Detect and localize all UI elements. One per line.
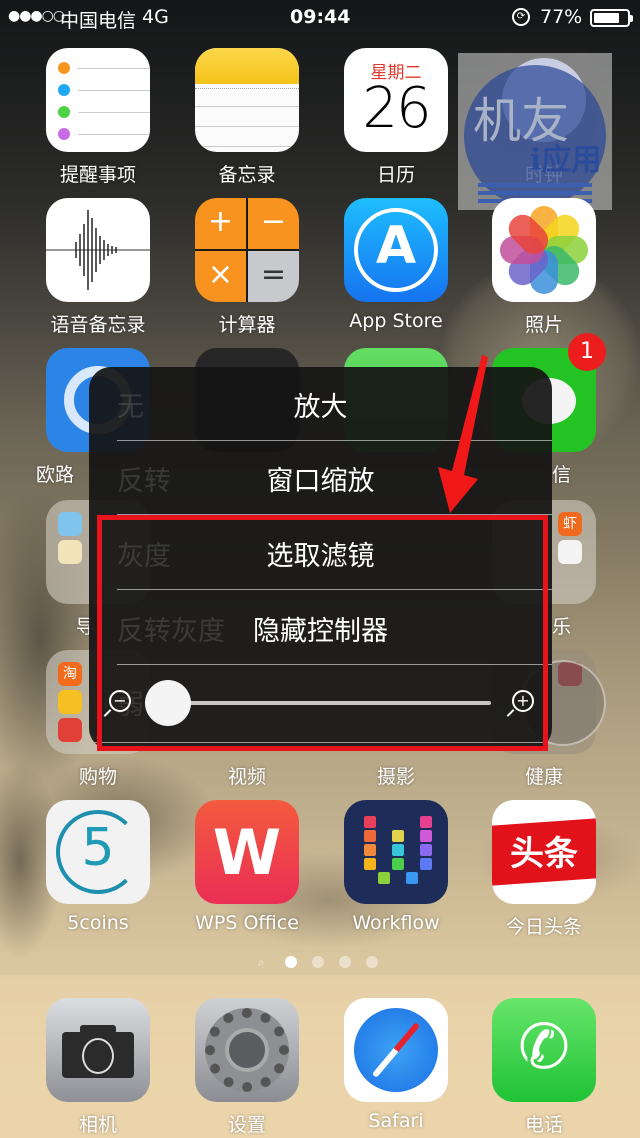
- app-label: 今日头条: [505, 916, 582, 938]
- app-label: 5coins: [67, 912, 129, 934]
- app-label: 计算器: [218, 314, 276, 336]
- app-label: 语音备忘录: [50, 314, 146, 336]
- gear-icon: [195, 998, 299, 1102]
- xiami-mini-icon: 虾: [558, 512, 582, 536]
- shopping-mini-icon: [58, 690, 82, 714]
- workflow-icon: [344, 800, 448, 904]
- reminders-icon: [46, 48, 150, 152]
- dock-camera[interactable]: 相机: [46, 998, 150, 1138]
- app-calculator[interactable]: + − × = 计算器: [195, 198, 299, 338]
- app-app-store[interactable]: A App Store: [344, 198, 448, 338]
- page-indicator[interactable]: ⌕: [258, 955, 378, 970]
- notification-badge: 1: [568, 333, 606, 371]
- battery-icon: [590, 9, 633, 27]
- app-label: 信: [552, 464, 572, 486]
- app-toutiao[interactable]: 头条 今日头条: [492, 800, 596, 940]
- app-store-icon: A: [344, 198, 448, 302]
- photos-icon: [492, 198, 596, 302]
- folder-label: 摄影: [376, 766, 415, 788]
- page-dot[interactable]: [366, 956, 378, 968]
- app-wps-office[interactable]: W WPS Office: [195, 800, 299, 940]
- clock-time: 09:44: [290, 6, 351, 28]
- status-bar: ●●●○○ 中国电信 4G 09:44 ⟳ 77%: [0, 0, 640, 36]
- dock-phone[interactable]: ✆ 电话: [492, 998, 596, 1138]
- app-label: 提醒事项: [59, 164, 136, 186]
- calendar-icon: 星期二 26: [344, 48, 448, 152]
- music-mini-icon: [558, 540, 582, 564]
- app-notes[interactable]: 备忘录: [195, 48, 299, 188]
- app-label: 日历: [376, 164, 415, 186]
- maps-mini-icon: [58, 512, 82, 536]
- calculator-icon: + − × =: [195, 198, 299, 302]
- 5coins-icon: 5: [46, 800, 150, 904]
- taobao-mini-icon: 淘: [58, 662, 82, 686]
- toutiao-icon: 头条: [492, 800, 596, 904]
- app-label: 照片: [524, 314, 563, 336]
- app-calendar[interactable]: 星期二 26 日历: [344, 48, 448, 188]
- battery-percent: 77%: [540, 6, 583, 28]
- shopping-mini-icon: [58, 718, 82, 742]
- phone-icon: ✆: [492, 998, 596, 1102]
- network-type: 4G: [142, 6, 169, 28]
- page-dot[interactable]: [312, 956, 324, 968]
- app-voice-memos[interactable]: 语音备忘录: [46, 198, 150, 338]
- app-photos[interactable]: 照片: [492, 198, 596, 338]
- waveform-icon: [46, 198, 150, 302]
- calendar-day: 26: [362, 76, 431, 141]
- app-label: 备忘录: [218, 164, 276, 186]
- wps-icon: W: [195, 800, 299, 904]
- notes-icon: [195, 48, 299, 152]
- dock-safari[interactable]: Safari: [344, 998, 448, 1138]
- app-label: 电话: [524, 1114, 563, 1136]
- watermark-subtext: i应用: [530, 143, 602, 178]
- app-5coins[interactable]: 5 5coins: [46, 800, 150, 940]
- page-dot[interactable]: [339, 956, 351, 968]
- red-arrow-annotation: [438, 355, 488, 513]
- folder-label: 视频: [227, 766, 266, 788]
- app-label: Safari: [368, 1110, 424, 1132]
- app-label: WPS Office: [195, 912, 299, 934]
- spotlight-search-icon[interactable]: ⌕: [258, 955, 270, 970]
- app-label: Workflow: [352, 912, 440, 934]
- app-workflow[interactable]: Workflow: [344, 800, 448, 940]
- app-reminders[interactable]: 提醒事项: [46, 48, 150, 188]
- rotation-lock-icon: ⟳: [512, 8, 530, 26]
- app-label: 设置: [227, 1114, 266, 1136]
- carrier-name: 中国电信: [60, 10, 137, 32]
- signal-strength: ●●●○○: [8, 8, 65, 24]
- app-label: App Store: [349, 310, 443, 332]
- dock-settings[interactable]: 设置: [195, 998, 299, 1138]
- compass-icon: [344, 998, 448, 1102]
- watermark-logo: 机友 i应用: [458, 53, 612, 210]
- page-dot-active[interactable]: [285, 956, 297, 968]
- highlight-box-annotation: [97, 515, 548, 751]
- camera-icon: [46, 998, 150, 1102]
- app-label: 相机: [78, 1114, 117, 1136]
- send-mini-icon: [58, 540, 82, 564]
